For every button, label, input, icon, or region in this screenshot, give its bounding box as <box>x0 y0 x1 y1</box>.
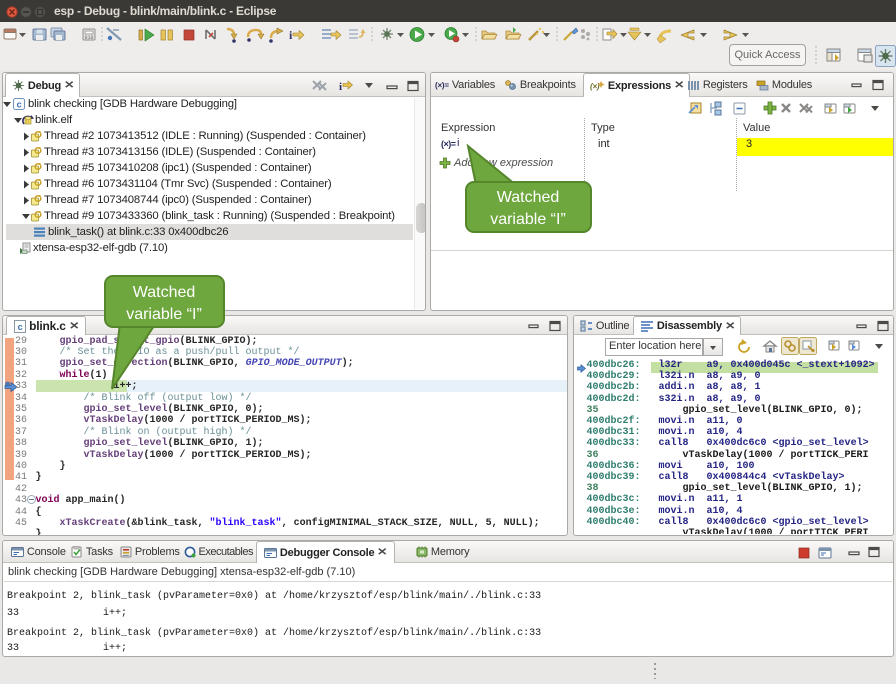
svg-text:c: c <box>18 322 23 332</box>
svg-text:i: i <box>289 28 293 42</box>
svg-text:010: 010 <box>84 35 93 41</box>
svg-text:i: i <box>339 81 342 93</box>
svg-text:variable “I”: variable “I” <box>126 306 202 323</box>
svg-text:(×)=: (×)= <box>435 81 449 90</box>
svg-text:c: c <box>17 100 22 110</box>
svg-text:Watched: Watched <box>133 284 196 301</box>
svg-text:Watched: Watched <box>497 189 560 206</box>
svg-text:variable “I”: variable “I” <box>490 211 566 228</box>
svg-text:(×): (×) <box>590 82 600 91</box>
